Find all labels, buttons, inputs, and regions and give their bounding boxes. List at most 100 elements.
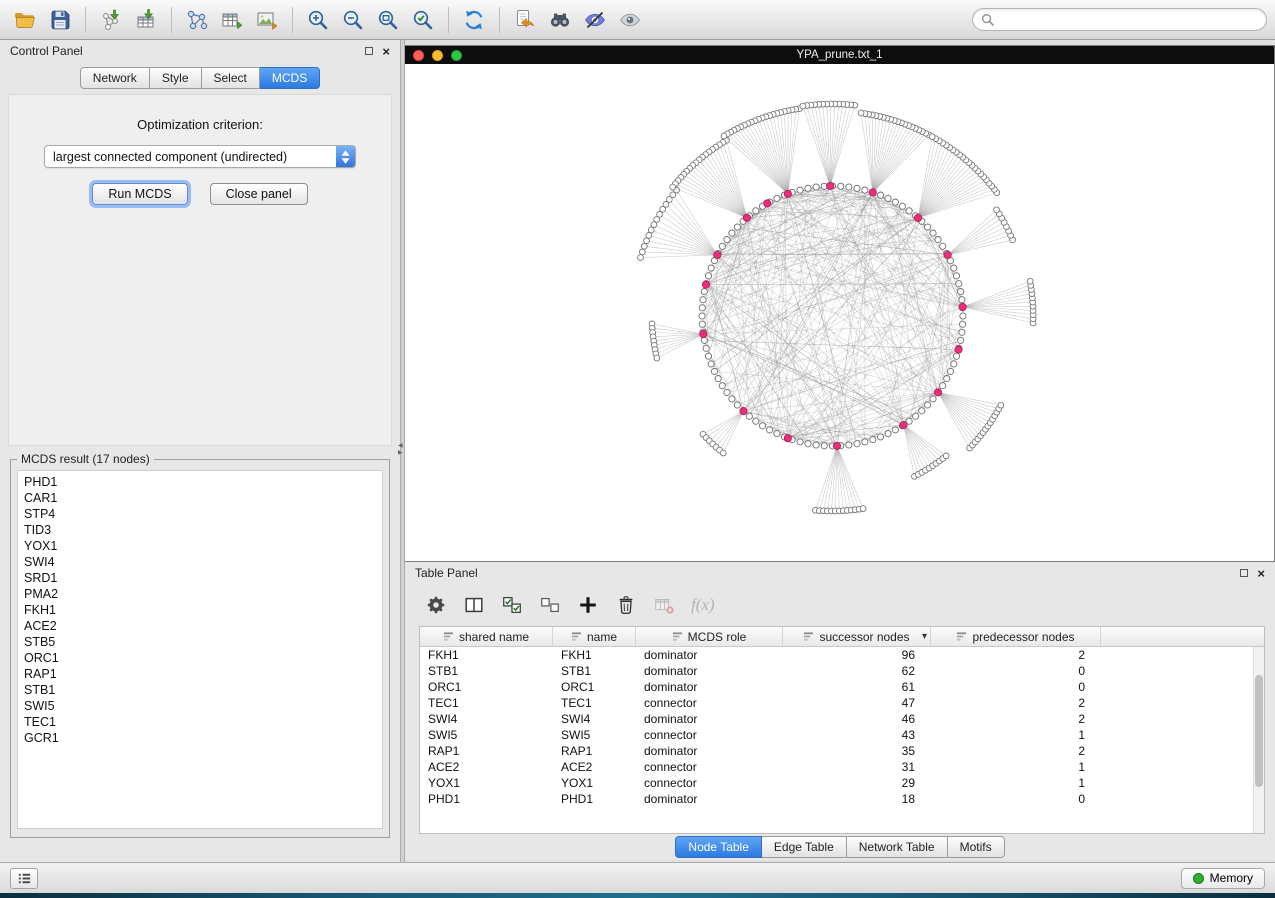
mcds-result-item[interactable]: TEC1 bbox=[24, 714, 382, 730]
table-row[interactable]: PHD1PHD1dominator180 bbox=[420, 791, 1253, 807]
mcds-result-item[interactable]: FKH1 bbox=[24, 602, 382, 618]
close-icon[interactable]: × bbox=[382, 45, 390, 58]
toolbar-separator bbox=[499, 7, 500, 33]
share-document-button[interactable] bbox=[508, 3, 542, 37]
import-network-button[interactable] bbox=[94, 3, 128, 37]
zoom-fit-button[interactable] bbox=[371, 3, 405, 37]
zoom-selected-button[interactable] bbox=[406, 3, 440, 37]
mcds-result-item[interactable]: ACE2 bbox=[24, 618, 382, 634]
tab-motifs[interactable]: Motifs bbox=[948, 836, 1005, 858]
refresh-view-button[interactable] bbox=[457, 3, 491, 37]
mcds-result-item[interactable]: YOX1 bbox=[24, 538, 382, 554]
network-window-title: YPA_prune.txt_1 bbox=[796, 49, 882, 61]
status-bar: Memory bbox=[0, 862, 1275, 893]
close-panel-button[interactable]: Close panel bbox=[210, 183, 308, 205]
table-row[interactable]: SWI4SWI4dominator462 bbox=[420, 711, 1253, 727]
deselect-all-button[interactable] bbox=[535, 590, 565, 620]
table-row[interactable]: FKH1FKH1dominator962 bbox=[420, 647, 1253, 663]
table-row[interactable]: ACE2ACE2connector311 bbox=[420, 759, 1253, 775]
column-header-name[interactable]: name bbox=[553, 627, 636, 646]
table-scrollbar[interactable] bbox=[1253, 647, 1264, 833]
minimize-window-icon[interactable] bbox=[432, 50, 443, 61]
deselect-all-icon bbox=[539, 594, 561, 616]
maximize-window-icon[interactable] bbox=[451, 50, 462, 61]
close-window-icon[interactable] bbox=[413, 50, 424, 61]
tab-network-table[interactable]: Network Table bbox=[847, 836, 948, 858]
float-window-icon[interactable] bbox=[365, 47, 373, 55]
mcds-result-item[interactable]: SWI4 bbox=[24, 554, 382, 570]
search-input[interactable] bbox=[999, 13, 1258, 27]
memory-button[interactable]: Memory bbox=[1181, 868, 1265, 889]
open-file-button[interactable] bbox=[8, 3, 42, 37]
control-panel-tabs: NetworkStyleSelectMCDS bbox=[0, 62, 400, 92]
table-row[interactable]: RAP1RAP1dominator352 bbox=[420, 743, 1253, 759]
mcds-result-item[interactable]: PMA2 bbox=[24, 586, 382, 602]
table-cell: dominator bbox=[636, 744, 783, 758]
scrollbar-thumb[interactable] bbox=[1255, 675, 1263, 787]
zoom-in-button[interactable] bbox=[301, 3, 335, 37]
network-graph[interactable] bbox=[405, 64, 1274, 561]
table-row[interactable]: TEC1TEC1connector472 bbox=[420, 695, 1253, 711]
visibility-button[interactable] bbox=[613, 3, 647, 37]
mcds-result-item[interactable]: CAR1 bbox=[24, 490, 382, 506]
mcds-result-item[interactable]: SRD1 bbox=[24, 570, 382, 586]
content-area: Control Panel × NetworkStyleSelectMCDS O… bbox=[0, 40, 1275, 862]
status-menu-button[interactable] bbox=[10, 868, 38, 889]
table-row[interactable]: YOX1YOX1connector291 bbox=[420, 775, 1253, 791]
zoom-out-button[interactable] bbox=[336, 3, 370, 37]
mcds-result-item[interactable]: STP4 bbox=[24, 506, 382, 522]
new-table-button[interactable] bbox=[215, 3, 249, 37]
import-table-button[interactable] bbox=[129, 3, 163, 37]
table-row[interactable]: SWI5SWI5connector431 bbox=[420, 727, 1253, 743]
export-image-icon bbox=[255, 8, 279, 32]
table-cell: RAP1 bbox=[553, 744, 636, 758]
show-column-button[interactable] bbox=[459, 590, 489, 620]
find-button[interactable] bbox=[543, 3, 577, 37]
mcds-result-item[interactable]: RAP1 bbox=[24, 666, 382, 682]
mcds-result-item[interactable]: SWI5 bbox=[24, 698, 382, 714]
splitter-arrows-icon[interactable]: ◀▶ bbox=[398, 443, 403, 456]
mcds-result-list[interactable]: PHD1CAR1STP4TID3YOX1SWI4SRD1PMA2FKH1ACE2… bbox=[17, 470, 383, 829]
new-table-icon bbox=[220, 8, 244, 32]
tab-mcds[interactable]: MCDS bbox=[260, 67, 320, 89]
criterion-select[interactable]: largest connected component (undirected) bbox=[44, 145, 356, 168]
mcds-result-item[interactable]: ORC1 bbox=[24, 650, 382, 666]
tab-style[interactable]: Style bbox=[150, 67, 202, 89]
save-session-button[interactable] bbox=[43, 3, 77, 37]
chevron-down-icon[interactable]: ▾ bbox=[922, 631, 927, 642]
column-header-predecessor-nodes[interactable]: predecessor nodes bbox=[931, 627, 1101, 646]
table-cell: 96 bbox=[783, 648, 931, 662]
tab-select[interactable]: Select bbox=[202, 67, 260, 89]
new-network-button[interactable] bbox=[180, 3, 214, 37]
tab-edge-table[interactable]: Edge Table bbox=[762, 836, 847, 858]
close-icon[interactable]: × bbox=[1257, 567, 1265, 580]
network-window-titlebar[interactable]: YPA_prune.txt_1 bbox=[405, 46, 1274, 64]
float-window-icon[interactable] bbox=[1240, 569, 1248, 577]
add-column-button[interactable] bbox=[573, 590, 603, 620]
tab-node-table[interactable]: Node Table bbox=[675, 836, 762, 858]
table-cell: STB1 bbox=[553, 664, 636, 678]
table-row[interactable]: ORC1ORC1dominator610 bbox=[420, 679, 1253, 695]
show-hide-details-button[interactable] bbox=[578, 3, 612, 37]
run-mcds-button[interactable]: Run MCDS bbox=[92, 183, 187, 205]
table-settings-button[interactable] bbox=[421, 590, 451, 620]
mcds-result-item[interactable]: TID3 bbox=[24, 522, 382, 538]
mcds-result-item[interactable]: PHD1 bbox=[24, 474, 382, 490]
eye-slash-icon bbox=[583, 8, 607, 32]
panel-splitter[interactable]: ◀▶ bbox=[400, 40, 405, 862]
tab-network[interactable]: Network bbox=[80, 67, 150, 89]
export-image-button[interactable] bbox=[250, 3, 284, 37]
table-cell: connector bbox=[636, 696, 783, 710]
table-row[interactable]: STB1STB1dominator620 bbox=[420, 663, 1253, 679]
delete-column-button[interactable] bbox=[611, 590, 641, 620]
network-canvas[interactable] bbox=[405, 64, 1274, 561]
column-header-successor-nodes[interactable]: successor nodes ▾ bbox=[783, 627, 931, 646]
mcds-result-item[interactable]: STB5 bbox=[24, 634, 382, 650]
select-all-button[interactable] bbox=[497, 590, 527, 620]
column-header-shared-name[interactable]: shared name bbox=[420, 627, 553, 646]
mcds-result-item[interactable]: STB1 bbox=[24, 682, 382, 698]
combo-stepper-icon bbox=[336, 146, 355, 167]
column-header-mcds-role[interactable]: MCDS role bbox=[636, 627, 783, 646]
mcds-result-item[interactable]: GCR1 bbox=[24, 730, 382, 746]
table-cell: 18 bbox=[783, 792, 931, 806]
